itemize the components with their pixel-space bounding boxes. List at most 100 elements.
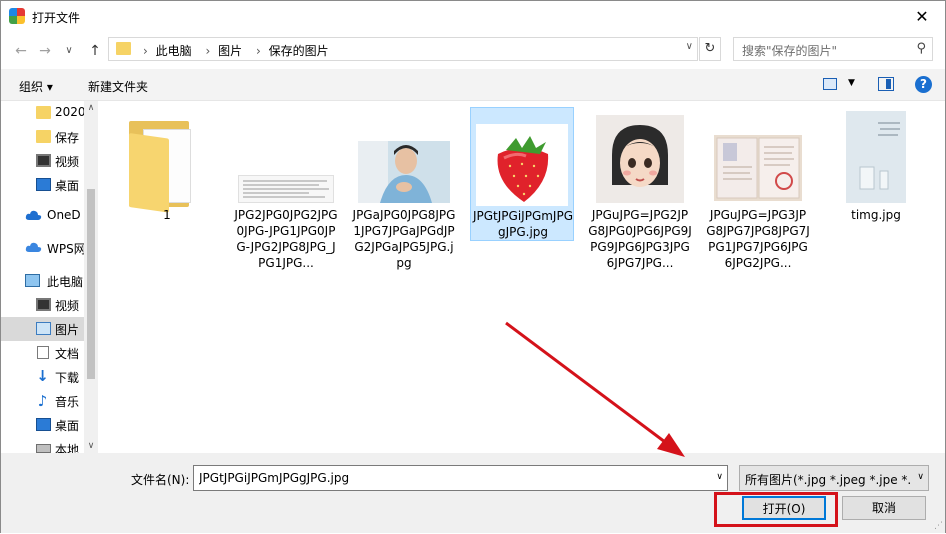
folder-icon xyxy=(36,130,51,143)
file-type-select[interactable]: 所有图片(*.jpg *.jpeg *.jpe *.b ∨ xyxy=(739,465,929,491)
chevron-down-icon[interactable]: ▼ xyxy=(848,78,855,88)
sidebar-item-saved[interactable]: 保存 xyxy=(1,125,84,149)
sidebar-item-videos[interactable]: 视频 xyxy=(1,149,84,173)
wps-cloud-icon xyxy=(25,241,42,254)
breadcrumb-item-pictures[interactable]: 图片 xyxy=(218,44,242,58)
search-input[interactable]: 搜索"保存的图片" ⚲ xyxy=(733,37,933,61)
close-button[interactable]: ✕ xyxy=(899,1,945,32)
sidebar-item-this-pc[interactable]: 此电脑 xyxy=(1,269,84,293)
file-item-cartoon-girl[interactable]: JPGuJPG=JPG2JPG8JPG0JPG6JPG9JPG9JPG6JPG3… xyxy=(588,107,692,270)
title-bar: 打开文件 ✕ xyxy=(1,1,945,33)
navigation-pane: 2020 保存 视频 桌面 OneD WPS网 此电脑 视频 图片 文档 ↓ 下… xyxy=(1,101,98,453)
filename-input[interactable] xyxy=(194,466,694,490)
image-thumbnail xyxy=(358,141,450,203)
sidebar-item-label: 本地 xyxy=(55,443,80,453)
image-thumbnail xyxy=(846,111,906,203)
sidebar-item-label: 视频 xyxy=(55,155,80,169)
preview-pane-icon[interactable] xyxy=(878,77,894,91)
file-name: JPGaJPG0JPG8JPG1JPG7JPGaJPGdJPG2JPGaJPG5… xyxy=(352,208,456,270)
sidebar-item-music[interactable]: ♪ 音乐 xyxy=(1,389,84,413)
image-thumbnail xyxy=(476,124,568,206)
file-name: JPGtJPGiJPGmJPGgJPG.jpg xyxy=(472,209,574,239)
sidebar-item-desktop[interactable]: 桌面 xyxy=(1,173,84,197)
breadcrumb-item-saved-pictures[interactable]: 保存的图片 xyxy=(269,44,329,58)
sidebar-item-videos-2[interactable]: 视频 xyxy=(1,293,84,317)
sidebar-item-local-disk[interactable]: 本地 xyxy=(1,437,84,453)
download-icon: ↓ xyxy=(36,367,49,385)
drive-icon xyxy=(36,444,51,453)
chevron-down-icon[interactable]: ∨ xyxy=(686,41,693,52)
file-item-person-photo[interactable]: JPGaJPG0JPG8JPG1JPG7JPGaJPGdJPG2JPGaJPG5… xyxy=(352,107,456,270)
chevron-down-icon[interactable]: ∨ xyxy=(917,472,924,482)
video-icon xyxy=(36,298,51,311)
sidebar-item-label: 桌面 xyxy=(55,179,80,193)
open-file-dialog: 打开文件 ✕ ← → ∨ ↑ › 此电脑 › 图片 › 保存的图片 ∨ ↻ 搜索… xyxy=(0,0,946,533)
file-type-value: 所有图片(*.jpg *.jpeg *.jpe *.b xyxy=(745,473,910,487)
cancel-button[interactable]: 取消 xyxy=(842,496,926,520)
file-item-folder-1[interactable]: 1 xyxy=(115,107,219,267)
scrollbar-thumb[interactable] xyxy=(87,189,95,379)
sidebar-item-label: WPS网 xyxy=(47,242,84,256)
file-name: 1 xyxy=(163,208,171,222)
sidebar-item-onedrive[interactable]: OneD xyxy=(1,204,84,228)
folder-icon xyxy=(129,121,195,213)
sidebar-item-label: 下载 xyxy=(55,371,80,385)
sidebar-item-wps-cloud[interactable]: WPS网 xyxy=(1,236,84,260)
organize-button[interactable]: 组织 ▾ xyxy=(19,78,53,95)
app-icon xyxy=(9,8,25,24)
chevron-down-icon[interactable]: ∨ xyxy=(716,472,723,482)
refresh-button[interactable]: ↻ xyxy=(699,37,721,61)
address-bar[interactable]: › 此电脑 › 图片 › 保存的图片 ∨ xyxy=(108,37,698,61)
pictures-icon xyxy=(36,322,51,335)
file-list: 1 JPG2JPG0JPG2JPG0JPG-JPG1JPG0JPG-JPG2JP… xyxy=(98,101,945,453)
video-icon xyxy=(36,154,51,167)
scroll-up-icon[interactable]: ∧ xyxy=(84,103,98,113)
file-item-strawberry-selected[interactable]: JPGtJPGiJPGmJPGgJPG.jpg xyxy=(470,107,574,241)
sidebar-item-label: 桌面 xyxy=(55,419,80,433)
breadcrumb-item-this-pc[interactable]: 此电脑 xyxy=(156,44,192,58)
file-name: JPGuJPG=JPG2JPG8JPG0JPG6JPG9JPG9JPG6JPG3… xyxy=(588,208,692,270)
image-thumbnail xyxy=(238,175,334,203)
breadcrumb-separator: › xyxy=(205,44,211,58)
view-mode-icon[interactable] xyxy=(823,78,837,90)
window-title: 打开文件 xyxy=(32,11,81,25)
folder-icon xyxy=(116,42,131,55)
filename-label: 文件名(N): xyxy=(131,473,190,487)
up-button[interactable]: ↑ xyxy=(85,41,105,61)
file-item-certificate[interactable]: JPGuJPG=JPG3JPG8JPG7JPG8JPG7JPG1JPG7JPG6… xyxy=(706,107,810,270)
breadcrumb-separator: › xyxy=(143,44,148,58)
sidebar-item-label: 音乐 xyxy=(55,395,80,409)
sidebar-scrollbar[interactable]: ∧ ∨ xyxy=(84,101,98,453)
new-folder-button[interactable]: 新建文件夹 xyxy=(88,78,148,95)
sidebar-item-label: 图片 xyxy=(55,323,80,337)
sidebar-item-pictures[interactable]: 图片 xyxy=(1,317,84,341)
filename-combobox[interactable]: ∨ xyxy=(193,465,728,491)
resize-grip[interactable]: ⋰ xyxy=(934,521,943,531)
file-name: JPGuJPG=JPG3JPG8JPG7JPG8JPG7JPG1JPG7JPG6… xyxy=(706,208,810,270)
onedrive-icon xyxy=(25,209,42,222)
scroll-down-icon[interactable]: ∨ xyxy=(84,441,98,451)
recent-locations-button[interactable]: ∨ xyxy=(59,41,79,61)
back-button[interactable]: ← xyxy=(11,41,31,61)
file-item-timg[interactable]: timg.jpg xyxy=(824,107,928,267)
sidebar-item-2020[interactable]: 2020 xyxy=(1,101,84,125)
search-placeholder: 搜索"保存的图片" xyxy=(742,44,838,58)
file-item-document-scan[interactable]: JPG2JPG0JPG2JPG0JPG-JPG1JPG0JPG-JPG2JPG8… xyxy=(234,107,338,270)
desktop-icon xyxy=(36,178,51,191)
help-icon[interactable]: ? xyxy=(915,76,932,93)
breadcrumb: › 此电脑 › 图片 › 保存的图片 xyxy=(137,42,333,59)
breadcrumb-separator: › xyxy=(255,44,261,58)
computer-icon xyxy=(25,274,40,287)
folder-icon xyxy=(36,106,51,119)
file-name: JPG2JPG0JPG2JPG0JPG-JPG1JPG0JPG-JPG2JPG8… xyxy=(234,208,338,270)
sidebar-item-documents[interactable]: 文档 xyxy=(1,341,84,365)
file-name: timg.jpg xyxy=(851,208,901,222)
sidebar-item-label: 视频 xyxy=(55,299,80,313)
sidebar-item-label: 保存 xyxy=(55,131,80,145)
documents-icon xyxy=(37,346,49,359)
command-bar: 组织 ▾ 新建文件夹 ▼ ? xyxy=(1,69,945,101)
forward-button[interactable]: → xyxy=(35,41,55,61)
sidebar-item-desktop-2[interactable]: 桌面 xyxy=(1,413,84,437)
sidebar-item-downloads[interactable]: ↓ 下载 xyxy=(1,365,84,389)
image-thumbnail xyxy=(714,135,802,201)
